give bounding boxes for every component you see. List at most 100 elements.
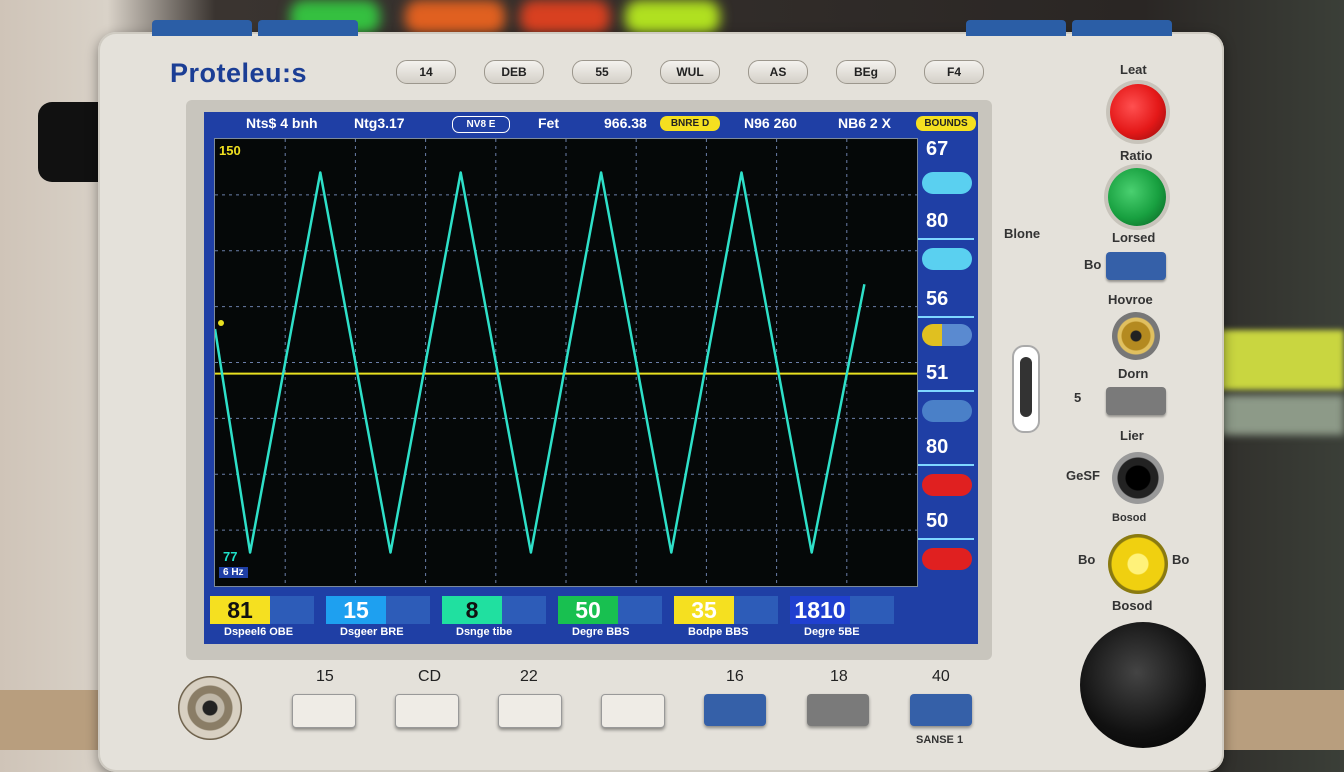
measurement-tail — [270, 596, 314, 624]
top-tab — [966, 20, 1066, 36]
grey-panel-button[interactable] — [1106, 387, 1166, 415]
side-divider — [918, 538, 974, 540]
side-softkey-1[interactable] — [922, 172, 972, 194]
measurement-value: 81 — [210, 596, 270, 624]
status-timebase: Nts$ 4 bnh — [246, 115, 318, 131]
side-value-5: 80 — [926, 436, 949, 458]
top-button-4[interactable]: WUL — [660, 60, 720, 84]
side-softkey-6[interactable] — [922, 548, 972, 570]
measurement-label: Bodpe BBS — [688, 626, 749, 638]
measurement-label: Degre BBS — [572, 626, 630, 638]
bottom-label-2: CD — [418, 668, 442, 685]
status-mode-pill: NV8 E — [452, 116, 510, 133]
top-button-7[interactable]: F4 — [924, 60, 984, 84]
plot-bottom-label: 77 — [223, 549, 238, 564]
side-softkey-5[interactable] — [922, 474, 972, 496]
sense-label: SANSE 1 — [916, 734, 964, 746]
measurement-tail — [734, 596, 778, 624]
bottom-button-5[interactable] — [704, 694, 766, 726]
red-run-button[interactable] — [1110, 84, 1166, 140]
top-button-2[interactable]: DEB — [484, 60, 544, 84]
trigger-marker — [218, 319, 224, 326]
status-bar: Nts$ 4 bnh Ntg3.17 NV8 E Fet 966.38 BNRE… — [204, 112, 978, 136]
side-softkey-2[interactable] — [922, 248, 972, 270]
side-softkey-3[interactable] — [922, 324, 972, 346]
top-tab — [1072, 20, 1172, 36]
waveform-plot: 150 77 6 Hz — [214, 138, 918, 587]
measurement-label: Dsnge tibe — [456, 626, 513, 638]
panel-label-hovroe: Hovroe — [1108, 292, 1153, 307]
measurement-bar: 81 Dspeel6 OBE 15 Dsgeer BRE 8 Dsnge tibe 50 De… — [210, 596, 976, 642]
side-softkey-4[interactable] — [922, 400, 972, 422]
adjust-knob[interactable] — [1080, 622, 1206, 748]
side-value-6: 50 — [926, 510, 949, 532]
side-divider — [918, 464, 974, 466]
side-knob[interactable] — [38, 102, 102, 182]
waveform-svg — [215, 139, 917, 586]
measurement-label: Degre 5BE — [804, 626, 860, 638]
background-light — [405, 0, 505, 34]
status-bounds-pill: BOUNDS — [916, 116, 976, 131]
bottom-label-3: 22 — [520, 668, 538, 685]
bottom-button-6[interactable] — [807, 694, 869, 726]
side-softkey-panel: 67 80 56 51 80 50 — [918, 136, 976, 586]
bottom-button-7[interactable] — [910, 694, 972, 726]
panel-label-small: Bosod — [1112, 512, 1147, 524]
bottom-button-1[interactable] — [292, 694, 356, 728]
measurement-value: 15 — [326, 596, 386, 624]
yellow-probe-button[interactable] — [1108, 534, 1168, 594]
panel-label-bo-left: Bo — [1078, 552, 1096, 567]
panel-label-lier: Lier — [1120, 428, 1144, 443]
black-probe-jack[interactable] — [1112, 452, 1164, 504]
measurement-1: 81 Dspeel6 OBE — [210, 596, 326, 642]
status-sample: N96 260 — [744, 115, 797, 131]
measurement-value: 8 — [442, 596, 502, 624]
top-button-6[interactable]: BEg — [836, 60, 896, 84]
panel-label-bo: Bo — [1084, 257, 1102, 272]
measurement-5: 35 Bodpe BBS — [674, 596, 790, 642]
top-button-5[interactable]: AS — [748, 60, 808, 84]
measurement-6: 1810 Degre 5BE — [790, 596, 906, 642]
measurement-4: 50 Degre BBS — [558, 596, 674, 642]
background-object — [1220, 330, 1344, 390]
bottom-label-1: 15 — [316, 668, 334, 685]
bottom-label-4: 16 — [726, 668, 744, 685]
bnc-input-connector[interactable] — [178, 676, 242, 740]
brand-logo: Proteleu:s — [170, 58, 308, 88]
panel-label-lorsed: Lorsed — [1112, 230, 1156, 245]
status-channel: NB6 2 X — [838, 115, 891, 131]
side-divider — [918, 390, 974, 392]
card-slot[interactable] — [1012, 345, 1040, 433]
side-divider — [918, 238, 974, 240]
plot-bottom-sublabel: 6 Hz — [219, 567, 248, 578]
status-trigger: Ntg3.17 — [354, 115, 405, 131]
top-button-3[interactable]: 55 — [572, 60, 632, 84]
measurement-2: 15 Dsgeer BRE — [326, 596, 442, 642]
panel-label-leat: Leat — [1120, 62, 1147, 77]
measurement-tail — [386, 596, 430, 624]
measurement-label: Dspeel6 OBE — [224, 626, 294, 638]
measurement-label: Dsgeer BRE — [340, 626, 404, 638]
measurement-tail — [850, 596, 894, 624]
background-light — [520, 0, 610, 34]
bottom-button-3[interactable] — [498, 694, 562, 728]
bottom-button-4[interactable] — [601, 694, 665, 728]
panel-label-bosod: Bosod — [1112, 598, 1153, 613]
top-button-1[interactable]: 14 — [396, 60, 456, 84]
measurement-value: 1810 — [790, 596, 850, 624]
panel-label-blone: Blone — [1004, 226, 1041, 241]
side-value-2: 80 — [926, 210, 949, 232]
background-object — [1220, 395, 1344, 435]
top-tab — [258, 20, 358, 36]
bottom-label-5: 18 — [830, 668, 848, 685]
green-stop-button[interactable] — [1108, 168, 1166, 226]
top-tab — [152, 20, 252, 36]
card-slot-inner — [1020, 357, 1032, 417]
bottom-button-2[interactable] — [395, 694, 459, 728]
blue-panel-button[interactable] — [1106, 252, 1166, 280]
measurement-value: 50 — [558, 596, 618, 624]
gold-bnc-jack[interactable] — [1112, 312, 1160, 360]
measurement-tail — [618, 596, 662, 624]
side-divider — [918, 316, 974, 318]
panel-label-5: 5 — [1074, 390, 1082, 405]
